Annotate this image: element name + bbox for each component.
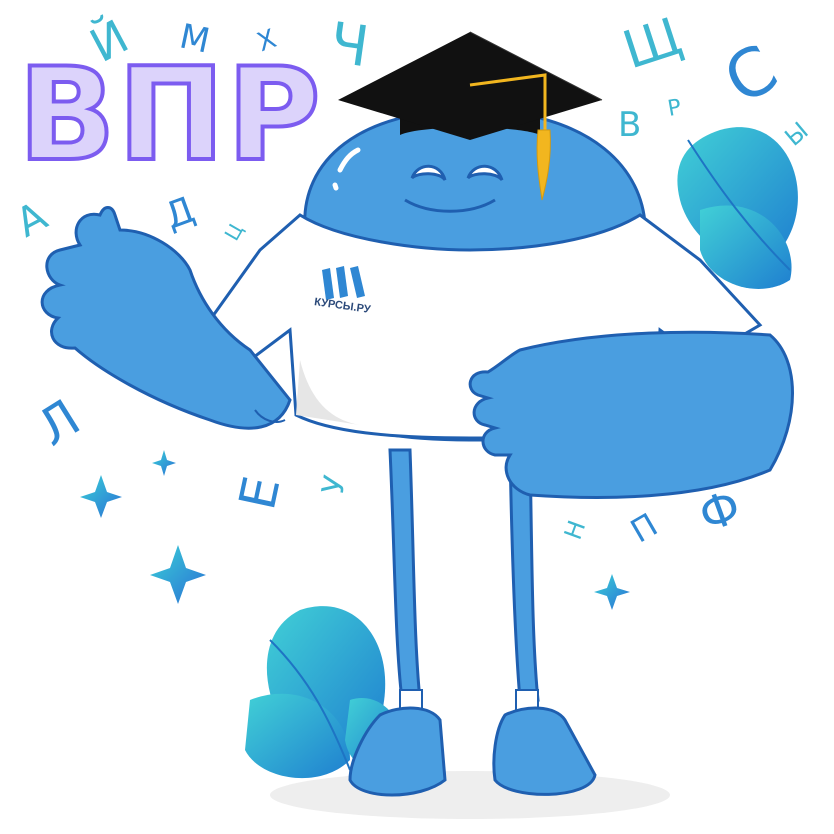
kursy-logo-icon xyxy=(322,266,365,300)
illustration-canvas: ВПР Й М Х Ч Щ С В Р Ы А Д Ц Л Е У Ф П Н xyxy=(0,0,834,834)
sparkle-icon xyxy=(594,574,630,610)
sparkle-icon xyxy=(152,450,176,476)
sparkle-icon xyxy=(80,475,122,518)
right-shoe-icon xyxy=(492,706,597,796)
right-arm-resting xyxy=(468,330,794,499)
mascot-illustration xyxy=(40,31,798,819)
sparkle-icon xyxy=(150,545,206,604)
ground-shadow xyxy=(270,771,670,819)
